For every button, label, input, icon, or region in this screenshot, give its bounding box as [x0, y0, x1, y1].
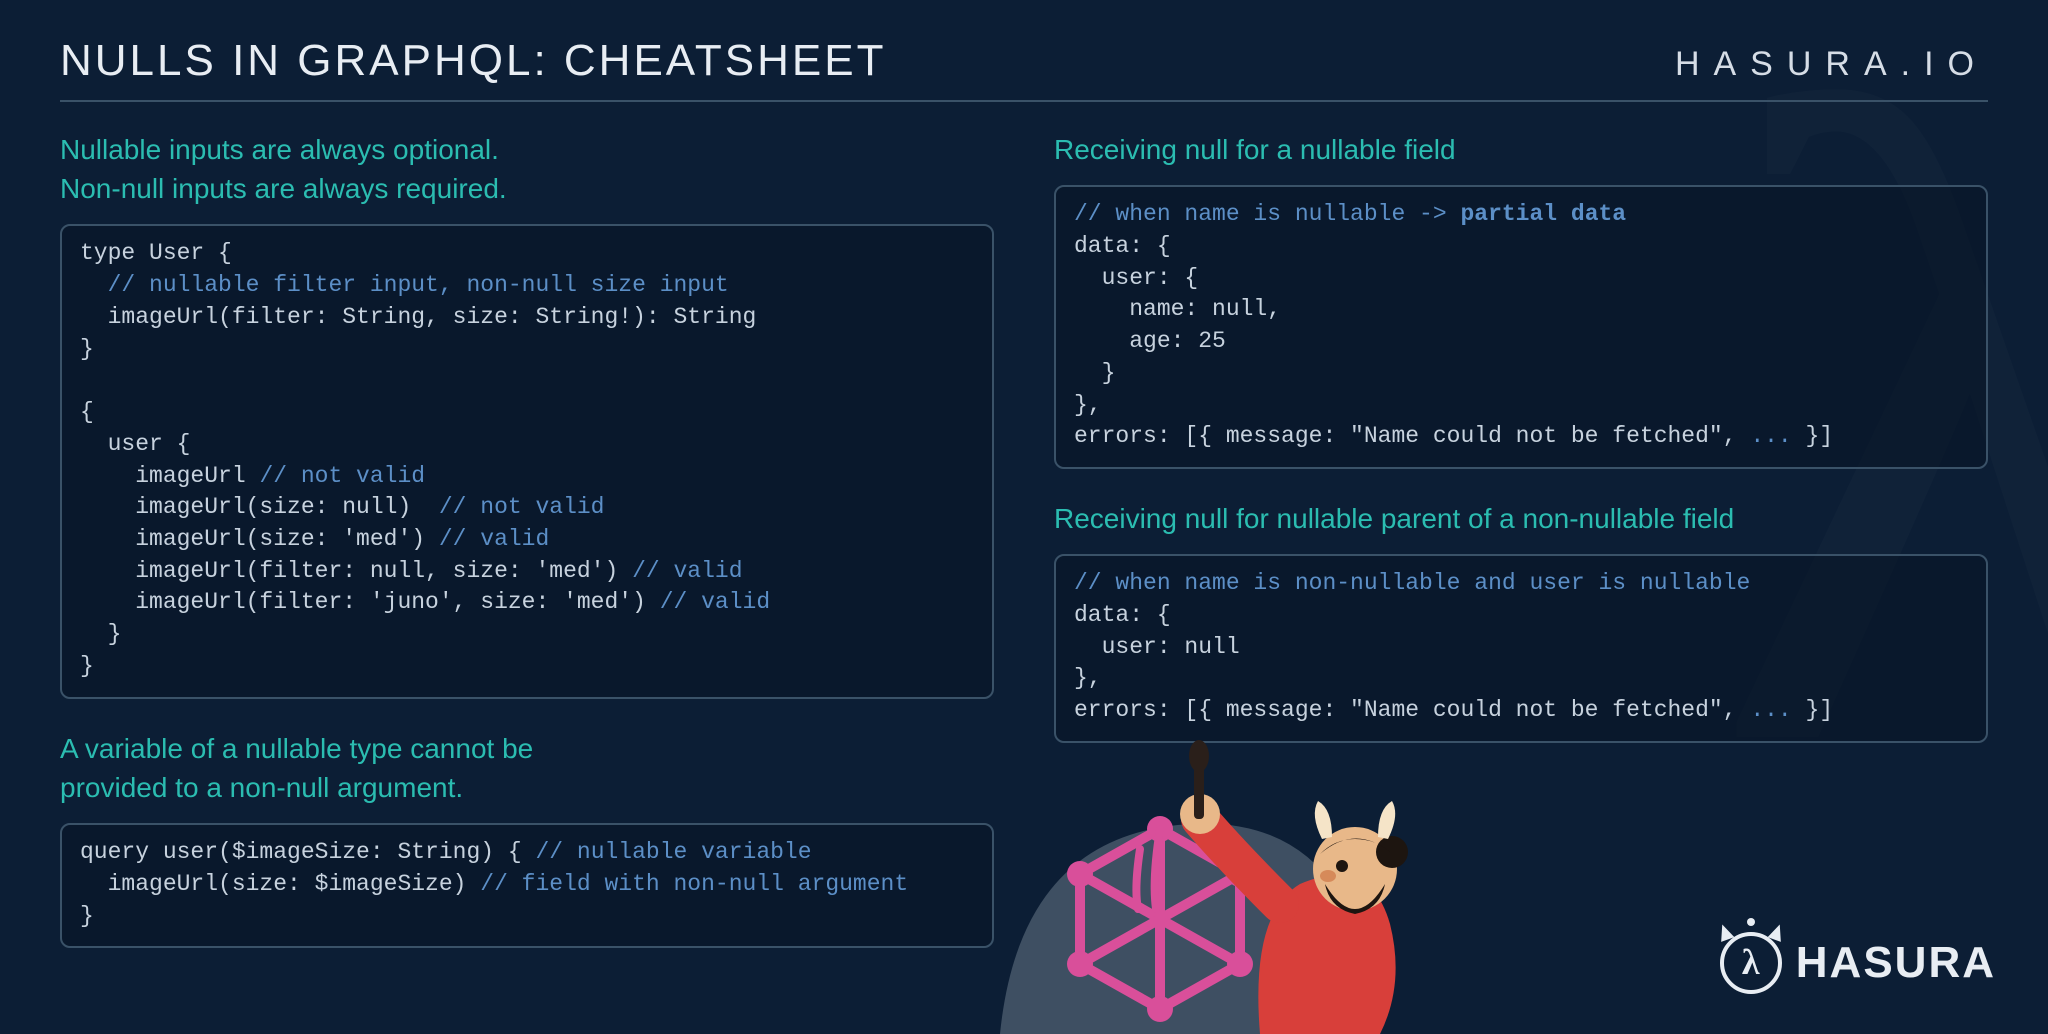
code-line: },	[1074, 665, 1102, 691]
code-line: type User {	[80, 240, 232, 266]
code-comment: // field with non-null argument	[480, 871, 908, 897]
code-comment: // not valid	[439, 494, 605, 520]
code-line: imageUrl(filter: String, size: String!):…	[80, 304, 756, 330]
page-container: NULLS IN GRAPHQL: CHEATSHEET HASURA.IO N…	[0, 0, 2048, 948]
code-line: user: null	[1074, 634, 1240, 660]
section-heading-nullable-field: Receiving null for a nullable field	[1054, 130, 1988, 169]
code-comment: // valid	[439, 526, 549, 552]
code-comment: // valid	[632, 558, 742, 584]
hasura-logo-text: HASURA	[1796, 938, 1996, 988]
code-line: imageUrl(filter: null, size: 'med')	[80, 558, 632, 584]
code-line: errors: [{ message: "Name could not be f…	[1074, 697, 1750, 723]
code-line: query user($imageSize: String) {	[80, 839, 535, 865]
code-comment: // not valid	[259, 463, 425, 489]
code-comment: // valid	[660, 589, 770, 615]
section-heading-variable: A variable of a nullable type cannot be …	[60, 729, 994, 807]
left-column: Nullable inputs are always optional. Non…	[60, 130, 994, 948]
code-line: }]	[1792, 423, 1833, 449]
code-block-query: query user($imageSize: String) { // null…	[60, 823, 994, 948]
code-line: data: {	[1074, 233, 1171, 259]
code-line: }	[80, 336, 94, 362]
section-heading-nullable-parent: Receiving null for nullable parent of a …	[1054, 499, 1988, 538]
code-line: data: {	[1074, 602, 1171, 628]
code-line: imageUrl	[80, 463, 259, 489]
code-line: }	[1074, 360, 1115, 386]
columns: Nullable inputs are always optional. Non…	[60, 130, 1988, 948]
section-heading-inputs: Nullable inputs are always optional. Non…	[60, 130, 994, 208]
hasura-logo-mark: λ	[1720, 932, 1782, 994]
code-comment: // nullable variable	[535, 839, 811, 865]
code-line: }	[80, 621, 121, 647]
code-comment: // nullable filter input, non-null size …	[80, 272, 729, 298]
code-line: user {	[80, 431, 190, 457]
page-title: NULLS IN GRAPHQL: CHEATSHEET	[60, 36, 886, 86]
code-comment-strong: partial data	[1460, 201, 1626, 227]
code-line: name: null,	[1074, 296, 1281, 322]
code-line: }	[80, 903, 94, 929]
code-line: user: {	[1074, 265, 1198, 291]
code-line: imageUrl(filter: 'juno', size: 'med')	[80, 589, 660, 615]
code-line: imageUrl(size: 'med')	[80, 526, 439, 552]
heading-line: A variable of a nullable type cannot be	[60, 733, 533, 764]
heading-line: Non-null inputs are always required.	[60, 173, 507, 204]
code-ellipsis: ...	[1750, 423, 1791, 449]
brand-url: HASURA.IO	[1675, 45, 1988, 84]
code-line: {	[80, 399, 94, 425]
code-line: },	[1074, 392, 1102, 418]
code-ellipsis: ...	[1750, 697, 1791, 723]
code-line: imageUrl(size: null)	[80, 494, 439, 520]
code-comment: // when name is non-nullable and user is…	[1074, 570, 1750, 596]
code-block-null-parent: // when name is non-nullable and user is…	[1054, 554, 1988, 743]
code-line: }	[80, 653, 94, 679]
code-line: imageUrl(size: $imageSize)	[80, 871, 480, 897]
heading-line: provided to a non-null argument.	[60, 772, 463, 803]
header: NULLS IN GRAPHQL: CHEATSHEET HASURA.IO	[60, 36, 1988, 102]
code-line: age: 25	[1074, 328, 1226, 354]
code-block-partial-data: // when name is nullable -> partial data…	[1054, 185, 1988, 469]
heading-line: Nullable inputs are always optional.	[60, 134, 499, 165]
code-line: }]	[1792, 697, 1833, 723]
code-line: errors: [{ message: "Name could not be f…	[1074, 423, 1750, 449]
hasura-logo: λ HASURA	[1720, 932, 1996, 994]
right-column: Receiving null for a nullable field // w…	[1054, 130, 1988, 948]
lambda-icon: λ	[1742, 941, 1760, 983]
code-block-type-user: type User { // nullable filter input, no…	[60, 224, 994, 698]
code-comment: // when name is nullable ->	[1074, 201, 1460, 227]
